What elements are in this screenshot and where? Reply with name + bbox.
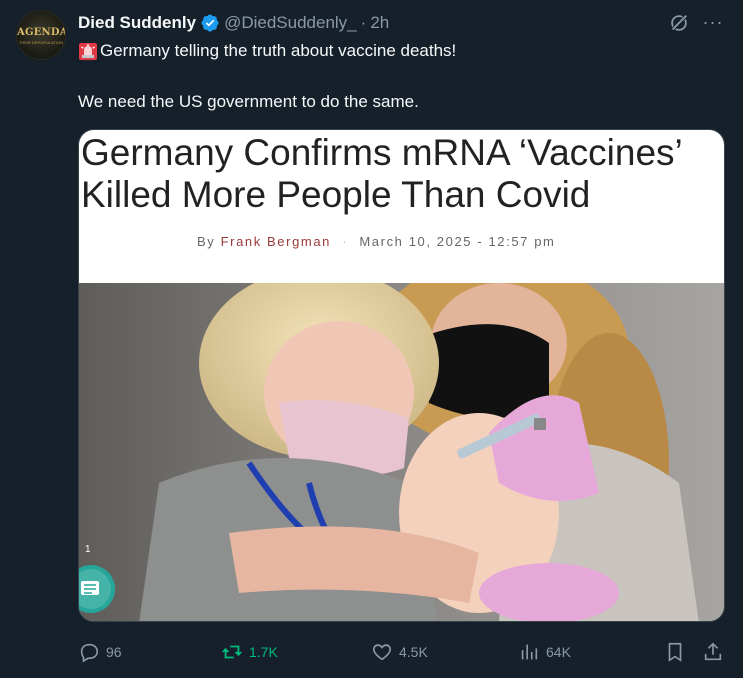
views-chart-icon: [521, 644, 538, 660]
tweet-text-line1-row: Germany telling the truth about vaccine …: [78, 40, 456, 62]
byline-separator: ·: [342, 234, 349, 249]
like-button[interactable]: 4.5K: [371, 638, 428, 666]
rotating-light-emoji-icon: [79, 43, 97, 60]
repost-icon: [222, 645, 242, 659]
comment-bubble-overlay-icon[interactable]: [79, 565, 117, 613]
tweet-text-line2: We need the US government to do the same…: [78, 92, 419, 111]
share-icon: [704, 642, 722, 661]
article-photo-vaccination: [79, 283, 724, 621]
tweet-header: Died Suddenly @DiedSuddenly_ · 2h: [78, 12, 389, 34]
views-count: 64K: [546, 644, 571, 660]
author-name[interactable]: Died Suddenly: [78, 13, 196, 33]
reply-icon: [80, 643, 99, 663]
views-button[interactable]: 64K: [518, 638, 571, 666]
repost-button[interactable]: 1.7K: [221, 638, 278, 666]
author-handle[interactable]: @DiedSuddenly_: [224, 13, 357, 33]
tweet-media-card[interactable]: Germany Confirms mRNA ‘Vaccines’ Killed …: [78, 129, 725, 622]
overlay-count: 1: [85, 544, 91, 555]
timestamp[interactable]: 2h: [370, 13, 389, 33]
reply-button[interactable]: 96: [78, 638, 122, 666]
repost-count: 1.7K: [249, 644, 278, 660]
author-avatar[interactable]: AGENDA THEIR DEPOPULATION: [16, 10, 66, 60]
more-options-icon[interactable]: ···: [700, 10, 726, 34]
share-button[interactable]: [702, 638, 724, 666]
byline-prefix: By: [197, 234, 216, 249]
article-byline: By Frank Bergman · March 10, 2025 - 12:5…: [197, 234, 555, 249]
grok-icon[interactable]: [668, 12, 690, 34]
heart-icon: [373, 644, 391, 661]
bookmark-button[interactable]: [664, 638, 686, 666]
tweet-action-bar: 96 1.7K 4.5K 64K: [78, 638, 725, 666]
byline-author: Frank Bergman: [220, 234, 331, 249]
bookmark-icon: [668, 642, 682, 662]
verified-badge-icon[interactable]: [200, 13, 220, 33]
avatar-logo-subtext: THEIR DEPOPULATION: [18, 40, 64, 45]
byline-date: March 10, 2025 - 12:57 pm: [359, 234, 556, 249]
avatar-logo-text: AGENDA: [17, 27, 66, 38]
article-headline: Germany Confirms mRNA ‘Vaccines’ Killed …: [81, 132, 682, 215]
like-count: 4.5K: [399, 644, 428, 660]
tweet-text-line1: Germany telling the truth about vaccine …: [100, 41, 457, 60]
header-separator: ·: [360, 13, 367, 32]
reply-count: 96: [106, 644, 122, 660]
